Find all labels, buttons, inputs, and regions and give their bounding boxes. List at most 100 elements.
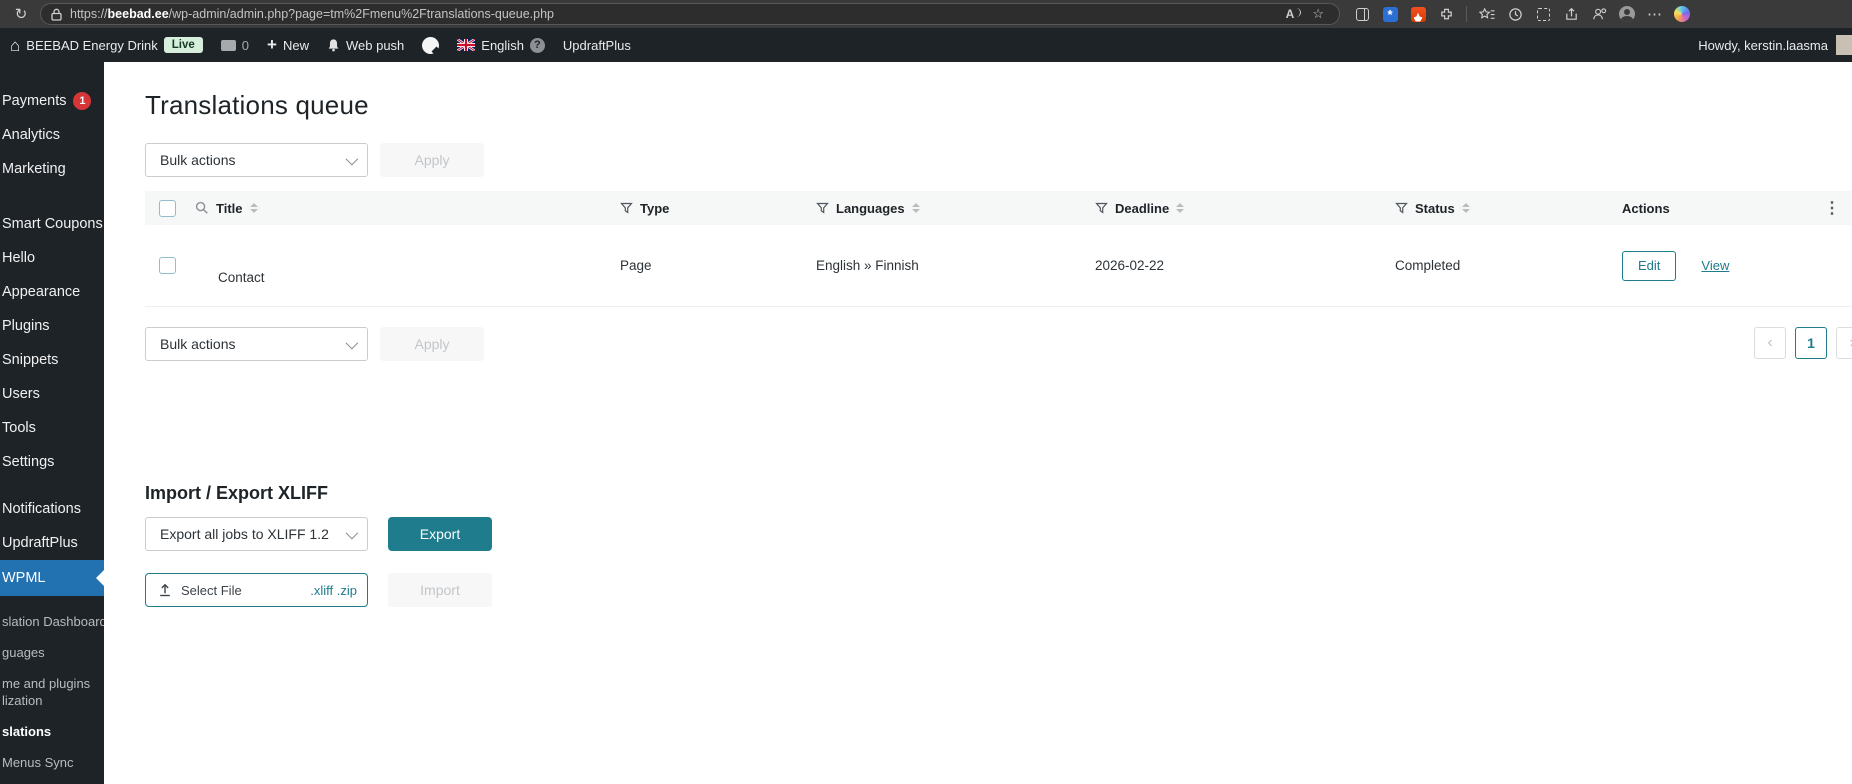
sort-languages-icon[interactable]	[911, 203, 920, 213]
split-screen-icon[interactable]	[1354, 6, 1370, 22]
sidebar-item-notifications[interactable]: Notifications	[0, 492, 104, 526]
extension-blue-icon[interactable]: *	[1382, 6, 1398, 22]
sidebar-item-users[interactable]: Users	[0, 377, 104, 411]
filter-status-icon[interactable]	[1395, 202, 1408, 215]
site-name: BEEBAD Energy Drink	[26, 37, 158, 53]
filter-languages-icon[interactable]	[816, 202, 829, 215]
browser-essentials-icon[interactable]	[1591, 6, 1607, 22]
account-menu[interactable]: Howdy, kerstin.laasma	[1698, 35, 1852, 55]
wp-admin-bar: ⌂ BEEBAD Energy Drink Live 0 + New Web p…	[0, 28, 1852, 62]
apply-button[interactable]: Apply	[380, 143, 484, 177]
sidebar-item-hello[interactable]: Hello	[0, 241, 104, 275]
select-file-label: Select File	[181, 582, 242, 598]
export-button[interactable]: Export	[388, 517, 492, 551]
url-text: https://beebad.ee/wp-admin/admin.php?pag…	[70, 7, 554, 21]
prev-page-button[interactable]: ‹	[1754, 327, 1786, 359]
uk-flag-icon	[457, 39, 476, 51]
sidebar-item-analytics[interactable]: Analytics	[0, 118, 104, 152]
column-title[interactable]: Title	[216, 201, 243, 216]
howdy-text: Howdy, kerstin.laasma	[1698, 37, 1828, 53]
import-button[interactable]: Import	[388, 573, 492, 607]
filter-type-icon[interactable]	[620, 202, 633, 215]
job-title: Contact	[218, 270, 265, 285]
job-deadline: 2026-02-22	[1095, 258, 1165, 273]
language-switcher[interactable]: English ?	[457, 37, 545, 53]
copilot-icon[interactable]	[1674, 6, 1690, 22]
translations-table: Title Type Languages Deadline Status Act…	[145, 191, 1852, 307]
view-link[interactable]: View	[1701, 258, 1729, 273]
page-title: Translations queue	[145, 90, 369, 120]
submenu-languages[interactable]: guages	[0, 637, 104, 668]
site-menu[interactable]: ⌂ BEEBAD Energy Drink Live	[10, 37, 203, 54]
upload-icon	[160, 583, 170, 597]
sidebar-item-snippets[interactable]: Snippets	[0, 343, 104, 377]
extensions-puzzle-icon[interactable]	[1438, 6, 1454, 22]
active-item-arrow	[96, 570, 104, 586]
share-icon[interactable]	[1563, 6, 1579, 22]
user-avatar	[1836, 35, 1852, 55]
read-aloud-icon[interactable]: A	[1281, 7, 1301, 21]
address-bar[interactable]: https://beebad.ee/wp-admin/admin.php?pag…	[40, 3, 1340, 25]
export-format-select[interactable]: Export all jobs to XLIFF 1.2	[145, 517, 368, 551]
next-page-button[interactable]: ›	[1836, 327, 1852, 359]
bulk-actions-select-bottom[interactable]: Bulk actions	[145, 327, 368, 361]
sidebar-item-payments[interactable]: Payments 1	[0, 84, 104, 118]
refresh-icon[interactable]: ↻	[10, 7, 32, 22]
screen: ↻ https://beebad.ee/wp-admin/admin.php?p…	[0, 0, 1852, 784]
profile-avatar-icon[interactable]	[1619, 6, 1635, 22]
browser-toolbar: ↻ https://beebad.ee/wp-admin/admin.php?p…	[0, 0, 1852, 28]
comments-menu[interactable]: 0	[220, 38, 249, 53]
xliff-export-row: Export all jobs to XLIFF 1.2 Export	[145, 517, 1852, 551]
submenu-translation-dashboard[interactable]: slation Dashboard	[0, 606, 104, 637]
current-page-button[interactable]: 1	[1795, 327, 1827, 359]
chevron-down-icon	[345, 152, 359, 165]
extension-orange-icon[interactable]	[1410, 6, 1426, 22]
plugin-logo-menu[interactable]	[422, 36, 440, 54]
web-capture-icon[interactable]	[1535, 6, 1551, 22]
comments-icon	[220, 39, 236, 51]
more-options-icon[interactable]: ⋯	[1647, 7, 1662, 22]
bulk-actions-bar-bottom: Bulk actions Apply ‹ 1 ›	[145, 327, 1852, 361]
submenu-theme-plugins-localization[interactable]: me and plugins lization	[0, 668, 104, 716]
plus-icon: +	[267, 34, 277, 54]
row-checkbox[interactable]	[159, 257, 176, 274]
sidebar-item-smart-coupons[interactable]: Smart Coupons	[0, 207, 104, 241]
submenu-translations[interactable]: slations	[0, 716, 104, 747]
select-all-checkbox[interactable]	[159, 199, 176, 217]
sidebar-item-tools[interactable]: Tools	[0, 411, 104, 445]
column-deadline[interactable]: Deadline	[1115, 201, 1169, 216]
submenu-string-translation[interactable]: g Translation	[0, 778, 104, 784]
sort-deadline-icon[interactable]	[1176, 203, 1185, 213]
pagination: ‹ 1 ›	[1754, 327, 1852, 359]
updraftplus-menu[interactable]: UpdraftPlus	[563, 38, 631, 53]
select-file-input[interactable]: Select File .xliff .zip	[145, 573, 368, 607]
collections-icon[interactable]	[1479, 6, 1495, 22]
table-options-kebab-icon[interactable]: ⋮	[1812, 198, 1852, 218]
sort-status-icon[interactable]	[1461, 203, 1470, 213]
web-push-menu[interactable]: Web push	[327, 38, 404, 53]
new-content-menu[interactable]: + New	[267, 34, 309, 54]
favorite-star-icon[interactable]: ☆	[1307, 6, 1329, 22]
column-status[interactable]: Status	[1415, 201, 1455, 216]
sidebar-item-wpml[interactable]: WPML	[0, 560, 104, 596]
sort-title-icon[interactable]	[249, 203, 258, 213]
sidebar-item-marketing[interactable]: Marketing	[0, 152, 104, 186]
sidebar-item-appearance[interactable]: Appearance	[0, 275, 104, 309]
bulk-actions-bar-top: Bulk actions Apply	[145, 143, 1852, 177]
edit-button[interactable]: Edit	[1622, 250, 1677, 281]
search-icon[interactable]	[195, 201, 209, 215]
sidebar-item-updraftplus[interactable]: UpdraftPlus	[0, 526, 104, 560]
sidebar-item-settings[interactable]: Settings	[0, 445, 104, 479]
column-actions: Actions	[1622, 200, 1670, 216]
apply-button-bottom[interactable]: Apply	[380, 327, 484, 361]
history-icon[interactable]	[1507, 6, 1523, 22]
bulk-actions-select[interactable]: Bulk actions	[145, 143, 368, 177]
home-icon: ⌂	[10, 35, 21, 55]
column-languages[interactable]: Languages	[836, 201, 905, 216]
job-languages: English » Finnish	[816, 258, 919, 273]
browser-extension-bar: * ⋯	[1354, 6, 1690, 22]
sidebar-item-plugins[interactable]: Plugins	[0, 309, 104, 343]
submenu-menus-sync[interactable]: Menus Sync	[0, 747, 104, 778]
column-type[interactable]: Type	[640, 201, 669, 216]
filter-deadline-icon[interactable]	[1095, 202, 1108, 215]
